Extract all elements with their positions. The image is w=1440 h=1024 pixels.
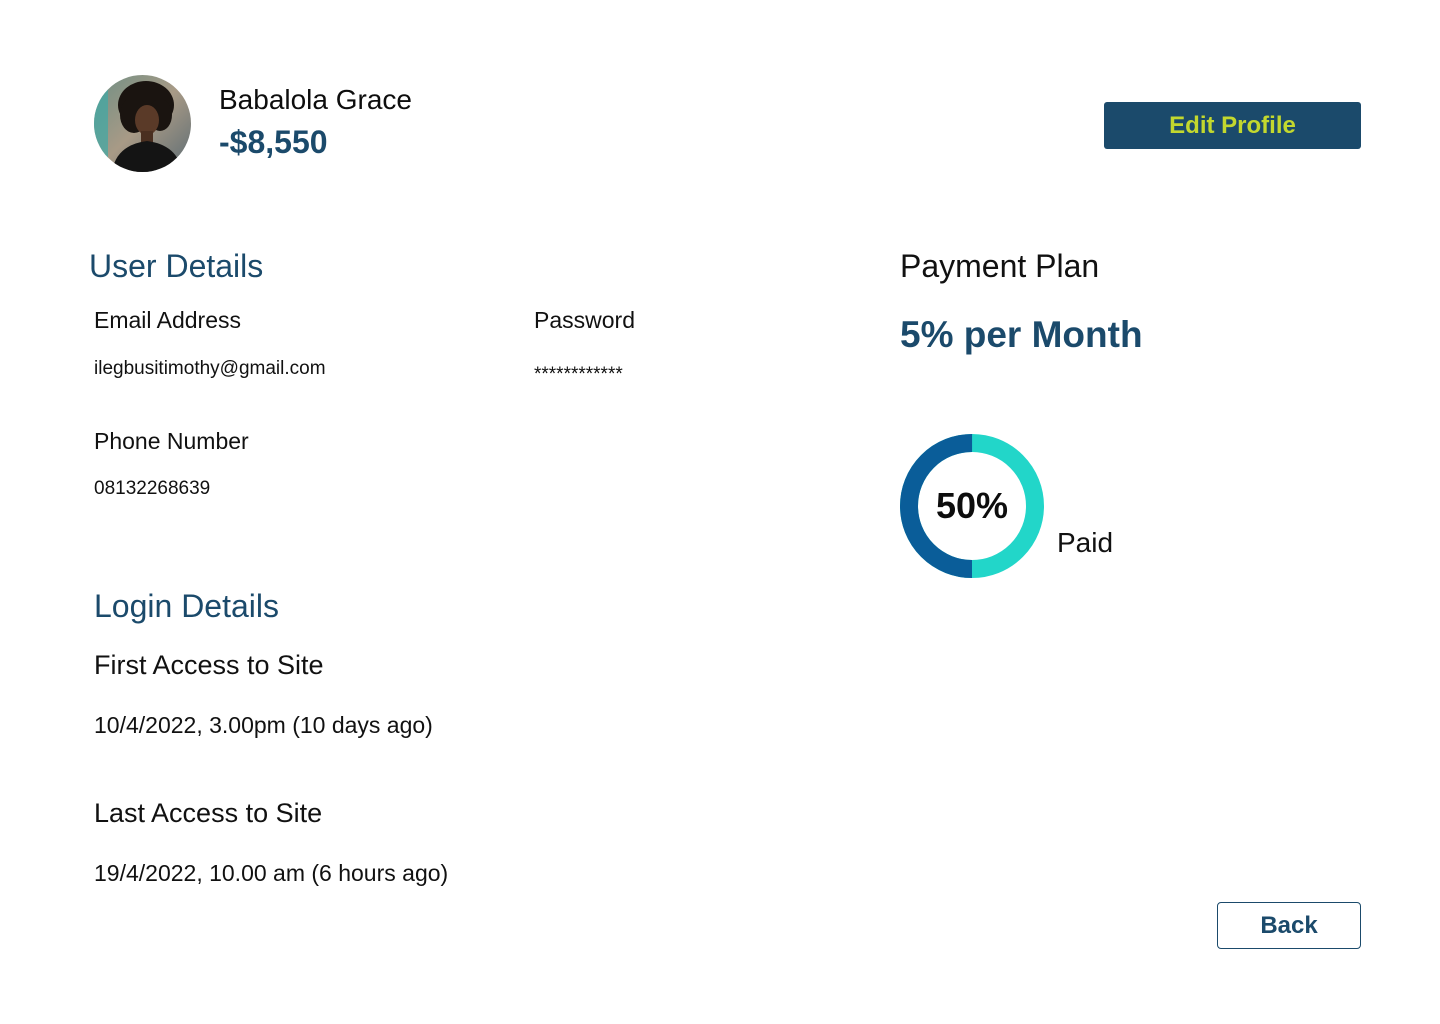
payment-plan-heading: Payment Plan (900, 248, 1100, 284)
edit-profile-button[interactable]: Edit Profile (1104, 102, 1361, 149)
last-access-label: Last Access to Site (94, 798, 323, 828)
last-access-value: 19/4/2022, 10.00 am (6 hours ago) (94, 860, 449, 886)
user-name: Babalola Grace (219, 84, 413, 115)
phone-value: 08132268639 (94, 478, 211, 499)
paid-percent-label: 50% (935, 485, 1009, 526)
password-label: Password (534, 307, 635, 333)
payment-plan-rate: 5% per Month (900, 314, 1143, 355)
user-details-heading: User Details (89, 248, 264, 284)
email-value: ilegbusitimothy@gmail.com (94, 358, 326, 379)
phone-label: Phone Number (94, 428, 249, 454)
first-access-label: First Access to Site (94, 650, 324, 680)
first-access-value: 10/4/2022, 3.00pm (10 days ago) (94, 712, 433, 738)
user-balance: -$8,550 (219, 124, 328, 160)
user-avatar-photo-icon (94, 75, 191, 172)
login-details-heading: Login Details (94, 588, 279, 624)
back-button[interactable]: Back (1217, 902, 1361, 949)
email-label: Email Address (94, 307, 242, 333)
password-value: ************ (534, 364, 623, 385)
paid-label: Paid (1057, 527, 1114, 558)
avatar (94, 75, 191, 172)
